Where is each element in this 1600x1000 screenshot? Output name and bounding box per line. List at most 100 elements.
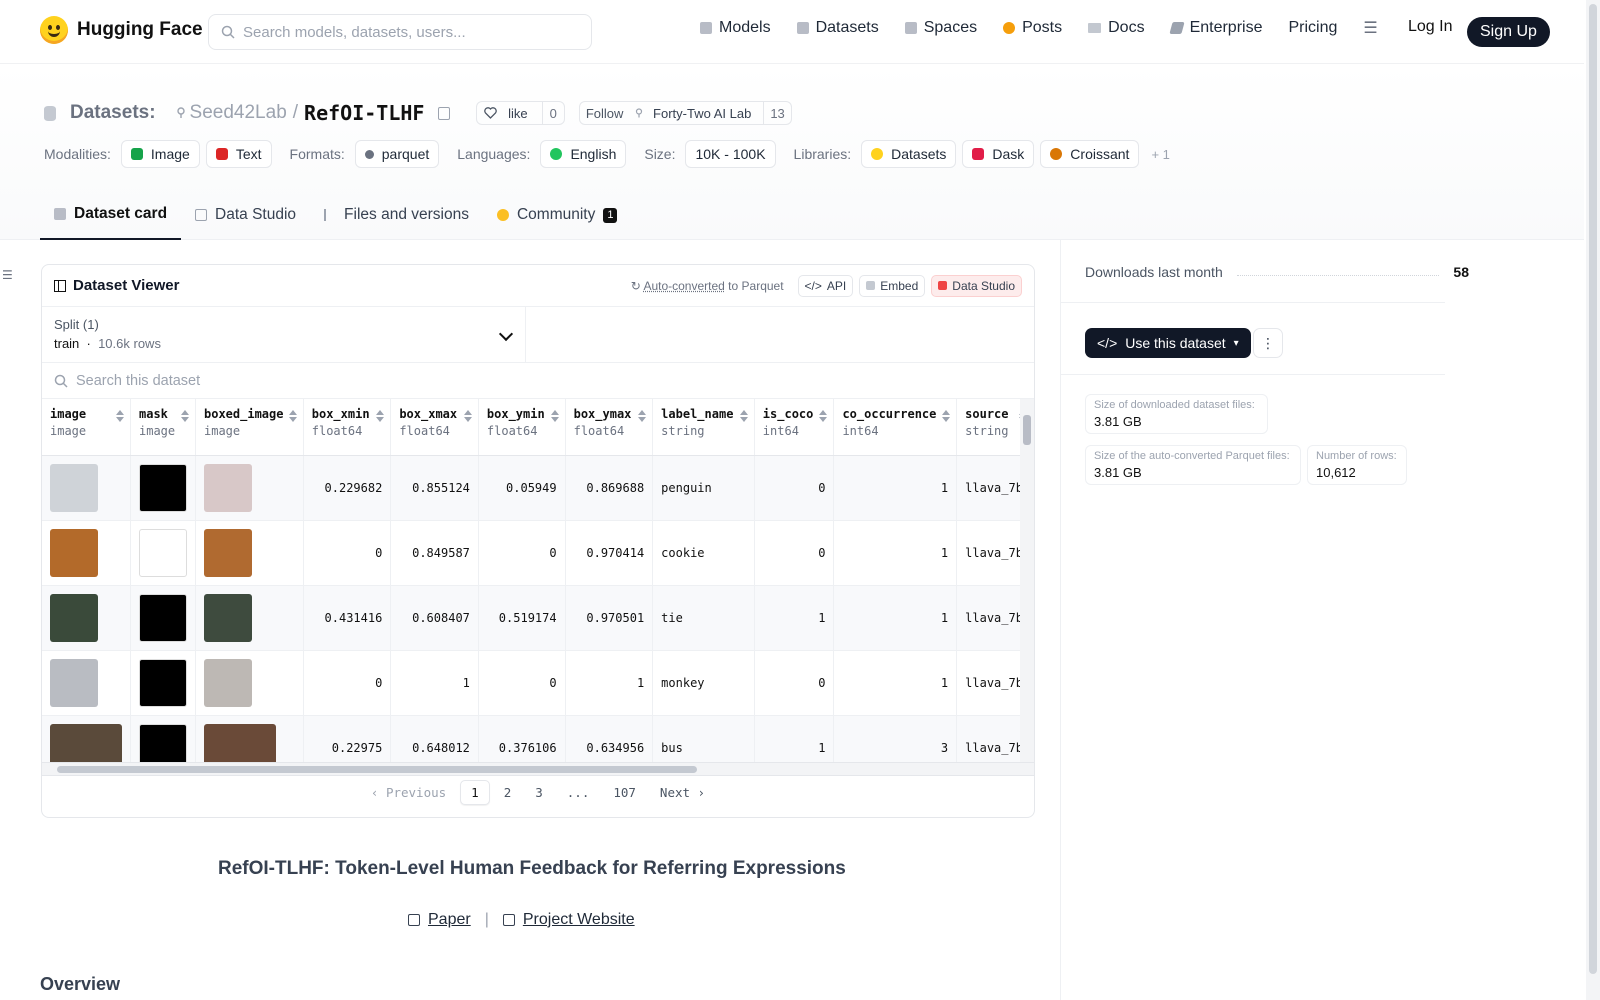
image-thumbnail[interactable] <box>50 593 98 642</box>
sort-icon[interactable] <box>551 410 559 422</box>
tab-data-studio[interactable]: Data Studio <box>181 190 310 240</box>
page-button-last[interactable]: 107 <box>603 781 646 804</box>
sort-icon[interactable] <box>819 410 827 422</box>
table-icon <box>195 209 208 221</box>
use-dataset-button[interactable]: </> Use this dataset ▾ <box>1085 328 1251 358</box>
column-header-mask[interactable]: mask image <box>130 399 196 456</box>
more-options-icon[interactable]: ⋮ <box>1253 328 1283 358</box>
table-row[interactable]: 0.229682 0.855124 0.05949 0.869688 penguin 0 1… <box>42 455 1034 521</box>
mask-thumbnail[interactable] <box>139 463 187 512</box>
viewer-title-label: Dataset Viewer <box>73 277 180 294</box>
tag-text[interactable]: Text <box>205 140 272 168</box>
repo-type-link[interactable]: Datasets: <box>70 102 156 124</box>
page-button-2[interactable]: 2 <box>494 781 522 804</box>
column-header-co_occurrence[interactable]: co_occurrence int64 <box>833 399 958 456</box>
boxed_image-thumbnail[interactable] <box>204 593 252 642</box>
repo-org-link[interactable]: Seed42Lab <box>176 102 287 124</box>
sort-icon[interactable] <box>289 410 297 422</box>
previous-label: Previous <box>385 785 447 800</box>
column-header-image[interactable]: image image <box>42 399 131 456</box>
mask-thumbnail[interactable] <box>139 528 187 577</box>
column-header-boxed_image[interactable]: boxed_image image <box>195 399 304 456</box>
cell-box_ymin: 0.519174 <box>478 585 566 651</box>
signup-button[interactable]: Sign Up <box>1467 17 1550 47</box>
nav-docs[interactable]: Docs <box>1088 19 1145 37</box>
like-button[interactable]: like 0 <box>476 101 565 125</box>
sort-icon[interactable] <box>181 410 189 422</box>
nav-datasets[interactable]: Datasets <box>796 19 879 37</box>
sidebar-toggle-icon[interactable]: ☰ <box>2 268 13 282</box>
more-libraries-link[interactable]: + 1 <box>1151 147 1169 162</box>
nav-spaces[interactable]: Spaces <box>904 19 977 37</box>
mask-thumbnail[interactable] <box>139 593 187 642</box>
nav-posts[interactable]: Posts <box>1003 19 1062 37</box>
sort-icon[interactable] <box>740 410 748 422</box>
tag-croissant[interactable]: Croissant <box>1040 140 1140 168</box>
image-thumbnail[interactable] <box>50 528 98 577</box>
sort-icon[interactable] <box>116 410 124 422</box>
global-search[interactable] <box>208 14 592 50</box>
page-button-1[interactable]: 1 <box>460 780 490 805</box>
column-header-label_name[interactable]: label_name string <box>652 399 755 456</box>
copy-icon[interactable] <box>438 106 451 120</box>
cell-box_xmax: 1 <box>390 650 479 716</box>
boxed_image-thumbnail[interactable] <box>204 658 252 707</box>
next-page-button[interactable]: Next › <box>650 781 715 804</box>
column-type: string <box>661 424 705 438</box>
community-icon <box>496 209 509 221</box>
data-studio-button[interactable]: Data Studio <box>931 274 1022 297</box>
tab-dataset-card[interactable]: Dataset card <box>40 190 182 240</box>
boxed_image-thumbnail[interactable] <box>204 528 252 577</box>
tab-community[interactable]: Community 1 <box>483 190 632 240</box>
auto-converted-link[interactable]: Auto-converted <box>643 279 724 293</box>
tag-size[interactable]: 10K - 100K <box>685 140 776 168</box>
tab-files[interactable]: Files and versions <box>310 190 483 240</box>
column-header-box_xmax[interactable]: box_xmax float64 <box>390 399 479 456</box>
table-row[interactable]: 0.431416 0.608407 0.519174 0.970501 tie 1 1 lla… <box>42 585 1034 651</box>
sort-icon[interactable] <box>376 410 384 422</box>
tag-english[interactable]: English <box>540 140 627 168</box>
embed-button[interactable]: Embed <box>859 274 926 297</box>
more-menu-icon[interactable]: ☰ <box>1363 18 1377 38</box>
column-header-box_ymax[interactable]: box_ymax float64 <box>565 399 654 456</box>
parquet-size-label: Size of the auto-converted Parquet files… <box>1094 450 1290 462</box>
page-scrollbar[interactable] <box>1586 0 1600 1000</box>
image-thumbnail[interactable] <box>50 463 98 512</box>
table-row[interactable]: 0 0.849587 0 0.970414 cookie 0 1 llava_7b <box>42 520 1034 586</box>
tag-parquet[interactable]: parquet <box>354 140 440 168</box>
next-label: Next <box>659 785 691 800</box>
page-button-3[interactable]: 3 <box>525 781 553 804</box>
global-search-input[interactable] <box>243 23 573 41</box>
mask-thumbnail[interactable] <box>139 658 187 707</box>
dataset-search-input[interactable] <box>76 372 576 389</box>
horizontal-scrollbar[interactable] <box>42 762 1034 775</box>
brand[interactable]: Hugging Face <box>40 16 203 44</box>
split-selector[interactable]: Split (1) train · 10.6k rows <box>42 307 526 362</box>
tag-datasets-lib[interactable]: Datasets <box>861 140 957 168</box>
nav-enterprise[interactable]: Enterprise <box>1168 19 1262 37</box>
follow-button[interactable]: Follow Forty-Two AI Lab 13 <box>578 101 792 125</box>
boxed_image-thumbnail[interactable] <box>204 463 252 512</box>
nav-models[interactable]: Models <box>700 19 771 37</box>
column-header-is_coco[interactable]: is_coco int64 <box>754 399 835 456</box>
api-button[interactable]: </> API <box>797 274 854 297</box>
previous-page-button[interactable]: ‹ Previous <box>361 781 456 804</box>
nav-pricing[interactable]: Pricing <box>1288 19 1337 37</box>
table-row[interactable]: 0 1 0 1 monkey 0 1 llava_7b <box>42 650 1034 716</box>
paper-link[interactable]: Paper <box>428 911 471 929</box>
column-header-box_xmin[interactable]: box_xmin float64 <box>303 399 392 456</box>
project-website-link[interactable]: Project Website <box>523 911 635 929</box>
login-link[interactable]: Log In <box>1408 18 1452 36</box>
sort-icon[interactable] <box>942 410 950 422</box>
tag-image[interactable]: Image <box>120 140 200 168</box>
sort-icon[interactable] <box>464 410 472 422</box>
column-header-box_ymin[interactable]: box_ymin float64 <box>478 399 566 456</box>
vertical-scrollbar[interactable] <box>1020 399 1034 762</box>
tag-dask[interactable]: Dask <box>962 140 1035 168</box>
image-thumbnail[interactable] <box>50 658 98 707</box>
sort-icon[interactable] <box>638 410 646 422</box>
dataset-search[interactable] <box>42 363 1034 399</box>
cell-label-name: tie <box>652 585 755 651</box>
rows-label: Number of rows: <box>1316 450 1397 462</box>
like-label: like <box>508 105 528 121</box>
